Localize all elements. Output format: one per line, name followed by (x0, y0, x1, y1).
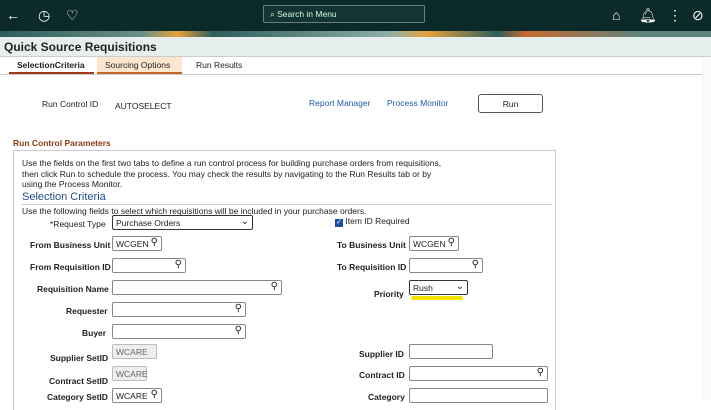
checkbox-checked-icon: ✓ (335, 219, 343, 227)
supplier-id-label: Supplier ID (359, 349, 404, 359)
lookup-icon[interactable]: ⚲ (448, 237, 455, 248)
category-setid-label: Category SetID (47, 392, 108, 402)
selection-criteria-title: Selection Criteria (22, 191, 106, 203)
run-button[interactable]: Run (478, 94, 543, 113)
lookup-icon[interactable]: ⚲ (472, 259, 479, 270)
lookup-icon[interactable]: ⚲ (235, 325, 242, 336)
priority-select[interactable]: Rush ⌄ (409, 280, 468, 295)
to-bu-input[interactable]: WCGEN ⚲ (409, 236, 459, 251)
lookup-icon[interactable]: ⚲ (151, 237, 158, 248)
history-icon[interactable]: ◷ (38, 7, 50, 23)
lookup-icon[interactable]: ⚲ (537, 367, 544, 378)
requester-label: Requester (66, 306, 108, 316)
priority-value: Rush (413, 283, 433, 293)
buyer-label: Buyer (82, 328, 107, 338)
tab-selection-criteria[interactable]: SelectionCriteria (9, 57, 94, 74)
run-control-label: Run Control ID (42, 99, 99, 109)
top-bar: ← ◷ ♡ ⌕ Search in Menu ⌂ 🔔︎ ⋮ ⊘ (0, 0, 711, 31)
from-req-input[interactable]: ⚲ (112, 258, 186, 273)
tab-run-results[interactable]: Run Results (188, 57, 250, 74)
supplier-id-input[interactable] (409, 344, 493, 359)
lookup-icon[interactable]: ⚲ (151, 389, 158, 400)
req-name-label: Requisition Name (37, 284, 109, 294)
contract-id-input[interactable]: ⚲ (409, 366, 548, 381)
to-bu-label: To Business Unit (337, 240, 406, 250)
priority-label: Priority (374, 289, 404, 299)
report-manager-link[interactable]: Report Manager (309, 98, 370, 108)
lookup-icon[interactable]: ⚲ (271, 281, 278, 292)
contract-setid-input: WCARE (112, 366, 148, 381)
section-title: Run Control Parameters (13, 138, 111, 148)
search-input[interactable]: ⌕ Search in Menu (263, 5, 425, 23)
from-bu-label: From Business Unit (30, 240, 111, 250)
contract-id-label: Contract ID (359, 370, 405, 380)
request-type-value: Purchase Orders (116, 218, 181, 228)
tab-bar: SelectionCriteria Sourcing Options Run R… (0, 57, 711, 75)
to-req-input[interactable]: ⚲ (409, 258, 483, 273)
buyer-input[interactable]: ⚲ (112, 324, 246, 339)
home-icon[interactable]: ⌂ (612, 7, 620, 23)
request-type-label: *Request Type (50, 219, 106, 229)
to-bu-value: WCGEN (413, 239, 446, 249)
compass-icon[interactable]: ⊘ (692, 7, 704, 23)
item-id-required-label: Item ID Required (345, 216, 410, 226)
tab-sourcing-options[interactable]: Sourcing Options (97, 57, 182, 74)
category-label: Category (368, 392, 405, 402)
item-id-required-checkbox[interactable]: ✓ Item ID Required (335, 216, 410, 227)
run-control-value: AUTOSELECT (115, 101, 172, 111)
from-bu-input[interactable]: WCGEN ⚲ (112, 236, 162, 251)
requester-input[interactable]: ⚲ (112, 302, 246, 317)
lookup-icon[interactable]: ⚲ (175, 259, 182, 270)
more-icon[interactable]: ⋮ (668, 7, 682, 23)
req-name-input[interactable]: ⚲ (112, 280, 282, 295)
contract-setid-label: Contract SetID (49, 376, 109, 386)
chevron-down-icon: ⌄ (240, 216, 249, 227)
bell-icon[interactable]: 🔔︎ (639, 7, 657, 23)
scrollbar[interactable] (702, 57, 711, 400)
title-bar: Quick Source Requisitions (0, 37, 711, 57)
lookup-icon[interactable]: ⚲ (235, 303, 242, 314)
to-req-label: To Requisition ID (337, 262, 407, 272)
request-type-select[interactable]: Purchase Orders ⌄ (112, 215, 253, 230)
category-setid-input[interactable]: WCARE ⚲ (112, 388, 162, 403)
highlight-mark (411, 296, 463, 300)
from-req-label: From Requisition ID (30, 262, 111, 272)
process-monitor-link[interactable]: Process Monitor (387, 98, 448, 108)
selection-intro: Use the following fields to select which… (22, 204, 552, 216)
category-input[interactable] (409, 388, 548, 403)
search-placeholder: Search in Menu (277, 9, 337, 19)
favorites-icon[interactable]: ♡ (66, 7, 79, 23)
back-icon[interactable]: ← (6, 7, 20, 23)
from-bu-value: WCGEN (116, 239, 149, 249)
intro-text: Use the fields on the first two tabs to … (22, 158, 442, 189)
page-title: Quick Source Requisitions (4, 40, 157, 54)
supplier-setid-input: WCARE (112, 344, 157, 359)
supplier-setid-label: Supplier SetID (50, 353, 109, 363)
chevron-down-icon: ⌄ (455, 281, 464, 292)
